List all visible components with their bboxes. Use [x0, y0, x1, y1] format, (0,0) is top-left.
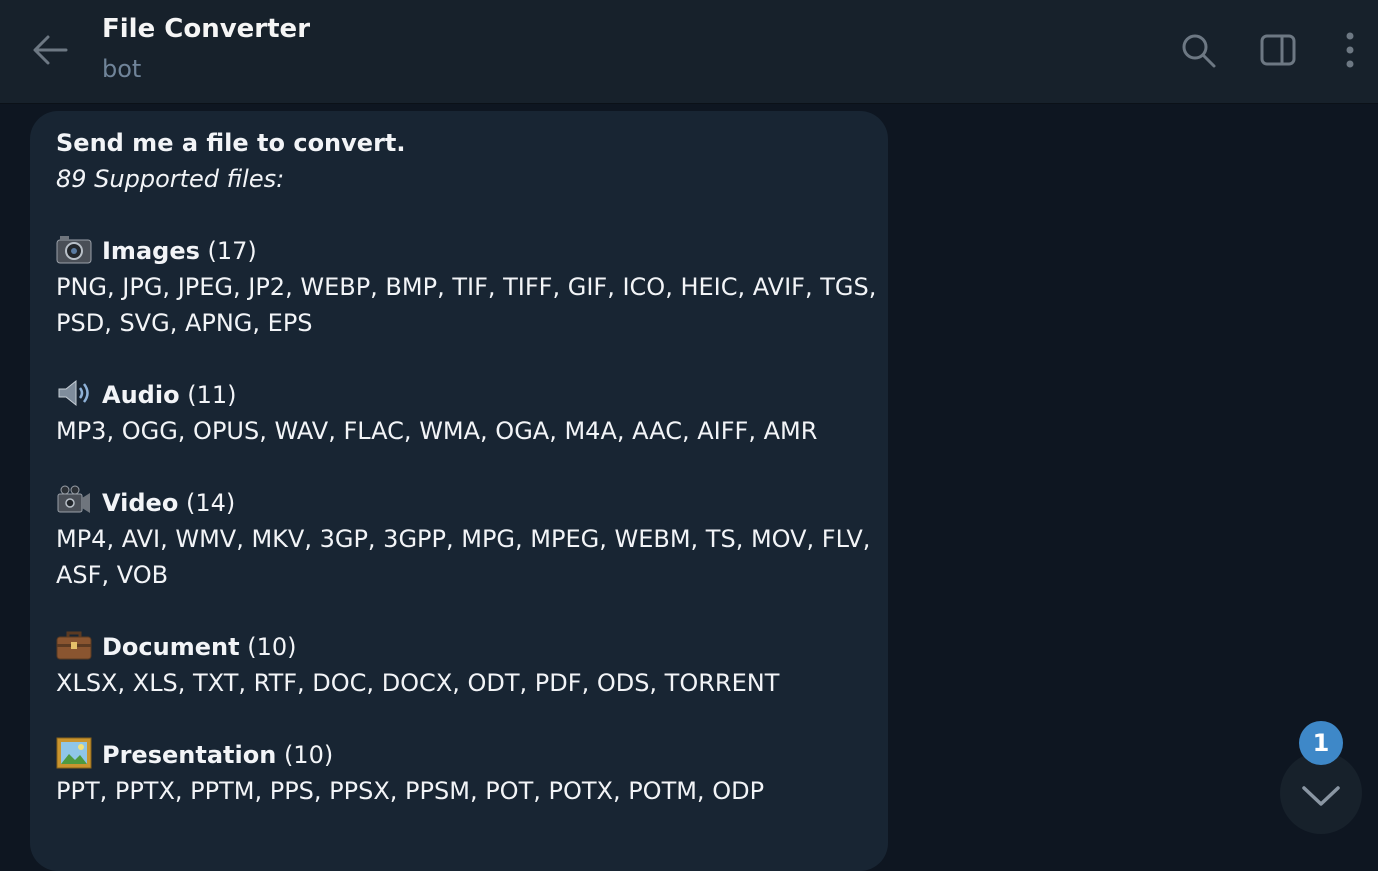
section-count: (10) [283, 741, 334, 769]
camera-icon [56, 236, 92, 264]
formats-line: PNG, JPG, JPEG, JP2, WEBP, BMP, TIF, TIF… [56, 273, 877, 301]
supported-count-text: 89 Supported files: [56, 165, 285, 193]
chat-title[interactable]: File Converter [102, 14, 310, 44]
section-count: (14) [185, 489, 236, 517]
section-heading-audio: Audio (11) [56, 377, 876, 413]
video-camera-icon [57, 485, 90, 513]
search-icon [1182, 34, 1216, 68]
section-title: Audio [102, 381, 180, 409]
briefcase-icon [56, 631, 92, 660]
formats-line: PSD, SVG, APNG, EPS [56, 309, 313, 337]
chat-header: File Converter bot [0, 0, 1378, 104]
section-heading-presentation: Presentation (10) [56, 737, 876, 773]
formats-line: MP4, AVI, WMV, MKV, 3GP, 3GPP, MPG, MPEG… [56, 525, 871, 553]
chat-area[interactable]: Send me a file to convert. 89 Supported … [0, 105, 1378, 871]
formats-line: MP3, OGG, OPUS, WAV, FLAC, WMA, OGA, M4A… [56, 417, 818, 445]
search-button[interactable] [1178, 30, 1218, 70]
toggle-sidebar-button[interactable] [1258, 30, 1298, 70]
section-count: (10) [247, 633, 297, 661]
message-text: Send me a file to convert. 89 Supported … [56, 125, 876, 809]
speaker-icon [58, 379, 89, 407]
section-heading-video: Video (14) [56, 485, 876, 521]
unread-badge: 1 [1299, 721, 1343, 765]
sidebar-toggle-icon [1260, 34, 1296, 66]
back-button[interactable] [30, 30, 70, 70]
section-title: Document [102, 633, 240, 661]
formats-line: PPT, PPTX, PPTM, PPS, PPSX, PPSM, POT, P… [56, 777, 765, 805]
formats-line: ASF, VOB [56, 561, 169, 589]
framed-picture-icon [56, 737, 92, 769]
section-title: Images [102, 237, 200, 265]
section-heading-document: Document (10) [56, 629, 876, 665]
section-title: Video [102, 489, 179, 517]
section-count: (11) [187, 381, 237, 409]
section-heading-images: Images (17) [56, 233, 876, 269]
more-vertical-icon [1346, 32, 1354, 68]
more-options-button[interactable] [1338, 30, 1362, 70]
section-count: (17) [207, 237, 257, 265]
section-title: Presentation [102, 741, 277, 769]
intro-text: Send me a file to convert. [56, 129, 406, 157]
formats-line: XLSX, XLS, TXT, RTF, DOC, DOCX, ODT, PDF… [56, 669, 780, 697]
chat-subtitle: bot [102, 55, 142, 83]
arrow-left-icon [33, 35, 68, 65]
